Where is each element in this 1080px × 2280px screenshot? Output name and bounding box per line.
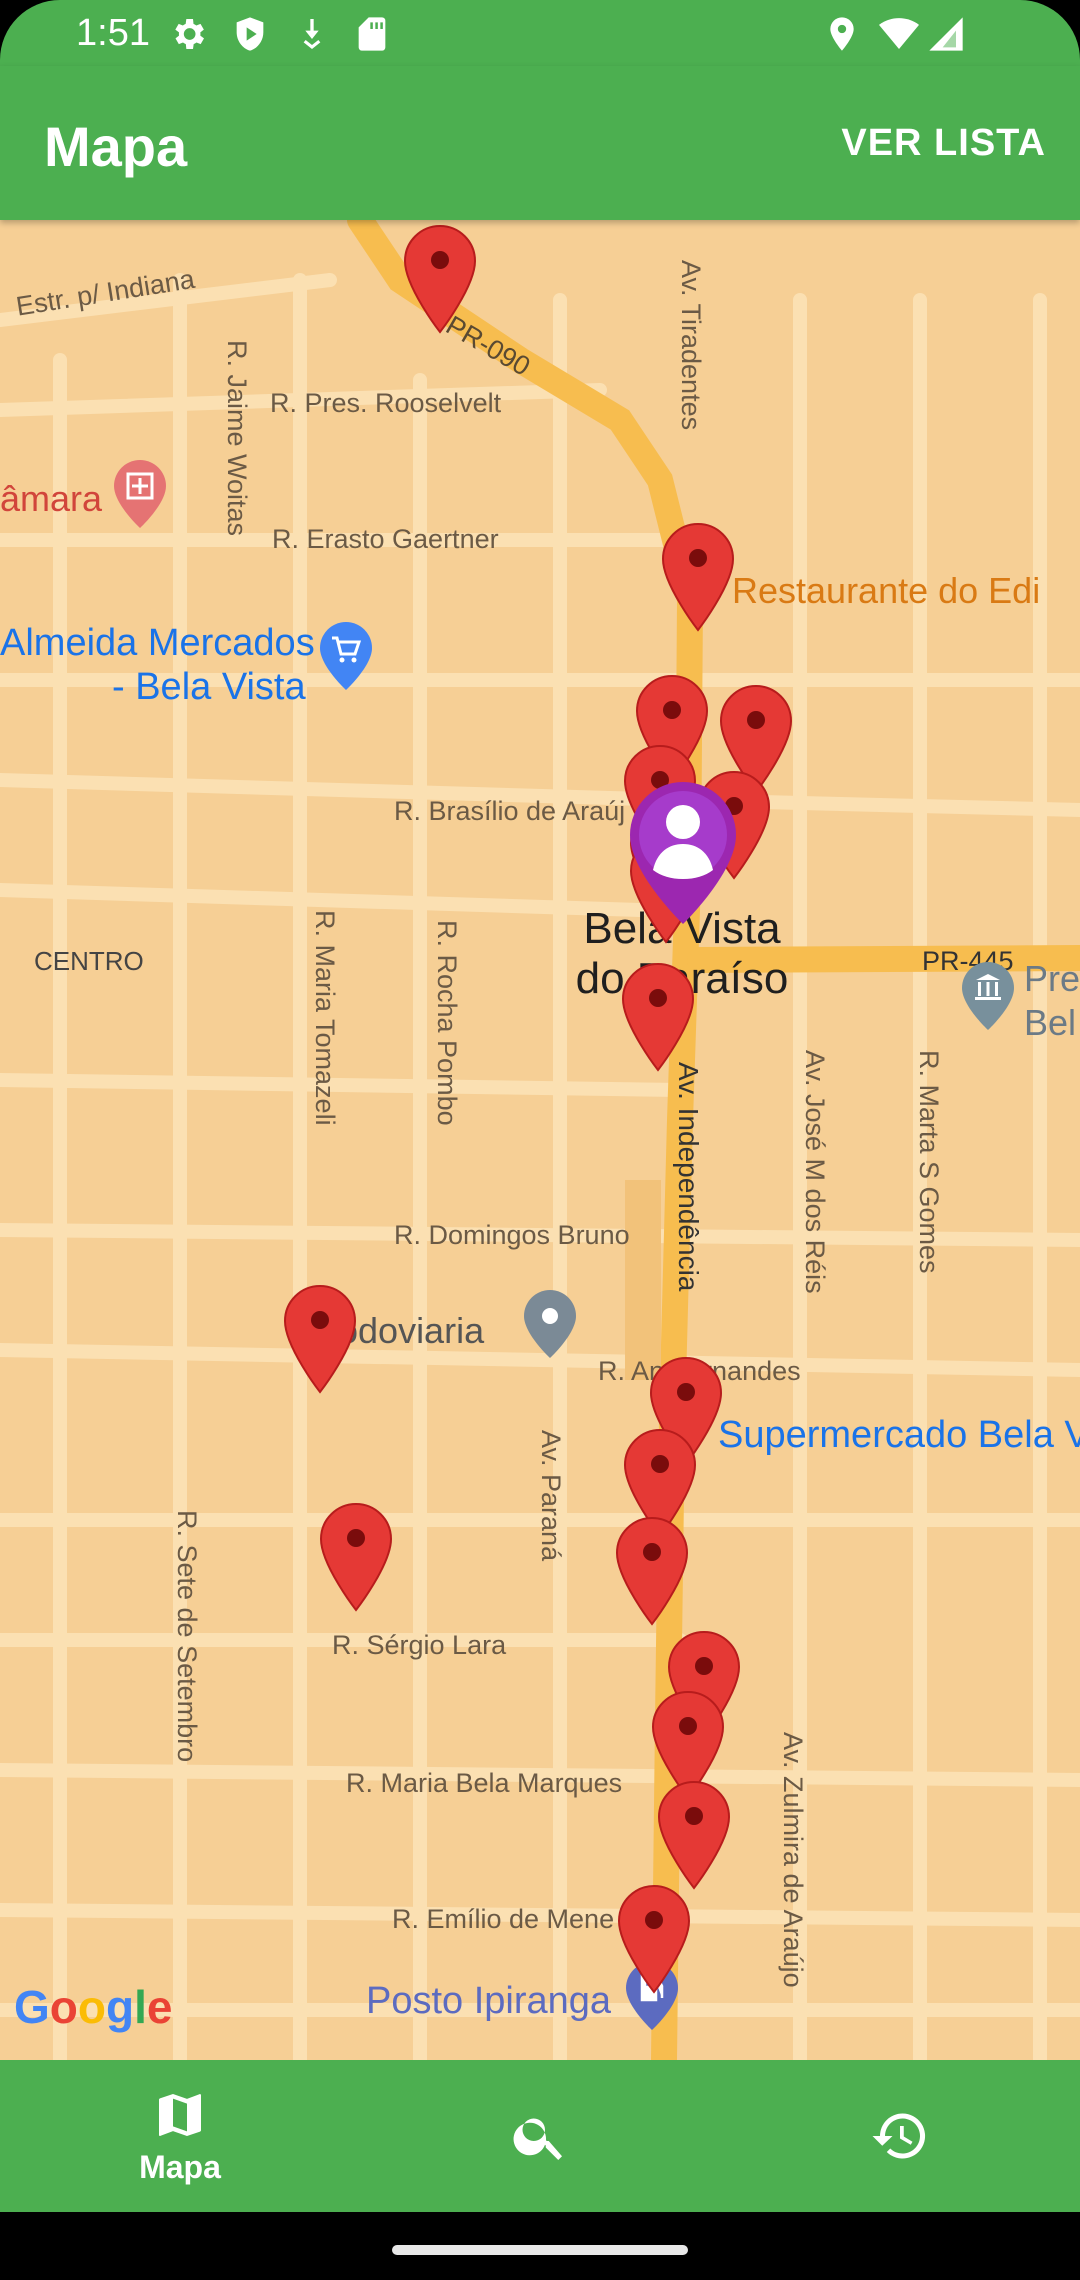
street-label: R. Rocha Pombo [432,920,462,1126]
map-icon [159,2093,201,2136]
poi-label: âmara [0,478,103,519]
street-label: R. Emílio de Mene [392,1904,615,1934]
district-label: CENTRO [34,946,144,976]
settings-icon [175,19,204,49]
street-label: Av. Zulmira de Araújo [778,1732,808,1988]
map-pin-icon [621,962,695,1072]
map-pin-icon [283,1284,357,1394]
street-label: Av. José M dos Réis [800,1050,830,1294]
location-marker[interactable] [661,522,735,632]
play-protect-icon [236,17,264,51]
street-label: Av. Paraná [536,1430,566,1562]
street-label: R. Maria Tomazeli [310,910,340,1126]
poi-label: Restaurante do Edi [732,570,1041,611]
street-label: Av. Independência [673,1062,704,1292]
poi-label: - Bela Vista [112,666,306,708]
map-pin-icon [617,1884,691,1994]
user-location-icon [630,782,736,924]
map-pin-icon [319,1502,393,1612]
location-marker[interactable] [615,1516,689,1626]
location-marker[interactable] [617,1884,691,1994]
nav-item-map[interactable]: Mapa [0,2060,360,2212]
sd-card-icon [358,17,386,51]
location-marker[interactable] [657,1780,731,1890]
street-label: R. Marta S Gomes [914,1050,944,1274]
poi-label: Bel [1024,1002,1077,1043]
nav-item-search[interactable] [360,2060,720,2212]
poi-label: Posto Ipiranga [366,1980,612,2022]
map-pin-icon [661,522,735,632]
street-label: R. Pres. Rooselvelt [270,388,502,418]
download-icon [303,19,321,49]
street-label: R. Maria Bela Marques [346,1768,623,1798]
map-view[interactable]: Estr. p/ Indiana PR-090 Av. Tiradentes R… [0,220,1080,2060]
street-label: Av. Tiradentes [676,260,706,431]
google-logo: Google [14,1981,173,2033]
poi-label: Supermercado Bela V [718,1414,1080,1456]
location-icon [830,17,854,51]
location-marker[interactable] [319,1502,393,1612]
bottom-navigation: Mapa [0,2060,1080,2212]
app-bar: Mapa VER LISTA [0,66,1080,220]
view-list-button[interactable]: VER LISTA [841,122,1046,165]
shopping-cart-icon [318,620,374,697]
map-pin-icon [657,1780,731,1890]
cell-signal-icon [929,17,963,51]
place-icon [522,1288,578,1365]
location-marker[interactable] [403,224,477,334]
page-title: Mapa [44,115,188,178]
history-icon [872,2113,926,2159]
map-pin-icon [403,224,477,334]
location-marker[interactable] [621,962,695,1072]
nav-item-label: Mapa [139,2148,221,2185]
user-location-marker[interactable] [626,778,740,928]
status-bar: 1:51 [0,0,1080,66]
map-pin-icon [615,1516,689,1626]
street-label: R. Sete de Setembro [172,1510,202,1763]
street-label: R. Erasto Gaertner [272,524,499,554]
location-marker[interactable] [283,1284,357,1394]
city-hall-icon [960,960,1016,1037]
poi-label: Almeida Mercados [0,622,315,664]
nav-item-history[interactable] [720,2060,1080,2212]
street-label: R. Jaime Woitas [222,340,252,537]
street-label: R. Brasílio de Araúj [394,796,626,826]
status-time: 1:51 [76,12,150,54]
hospital-icon [112,458,168,535]
gesture-handle [392,2245,688,2255]
street-label: R. Domingos Bruno [394,1220,630,1250]
search-icon [513,2118,562,2160]
wifi-icon [879,18,919,49]
street-label: R. Sérgio Lara [332,1630,507,1660]
poi-label: Pre [1024,958,1080,999]
